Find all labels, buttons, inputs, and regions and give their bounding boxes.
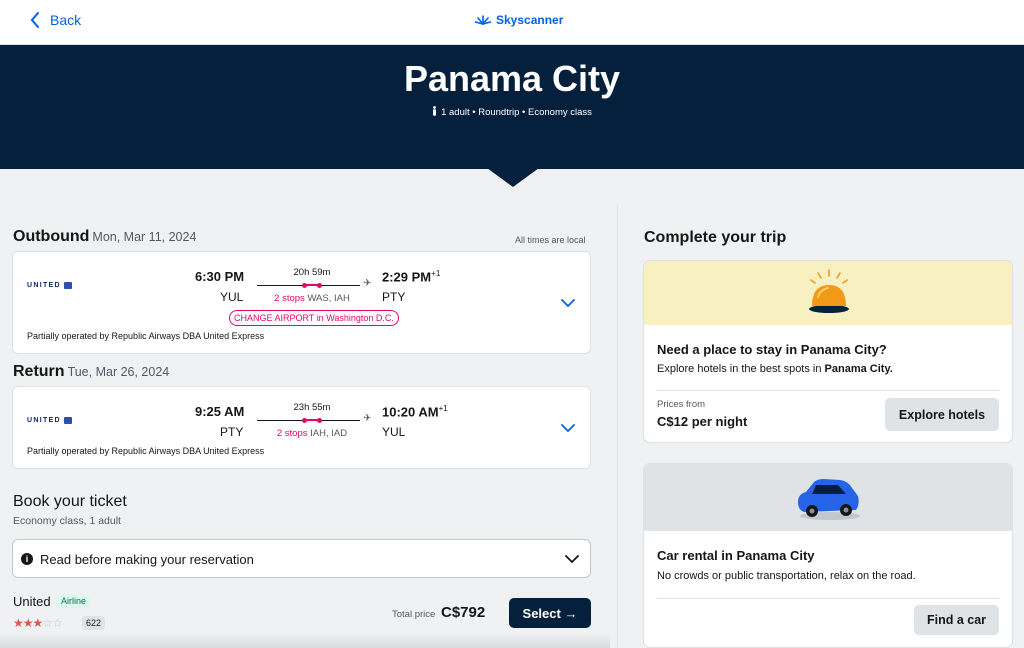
stops-airports: IAH, IAD <box>310 428 348 439</box>
hotel-price: C$12 per night <box>657 414 748 429</box>
service-bell-icon <box>809 269 849 313</box>
prices-from-label: Prices from <box>657 399 706 410</box>
star-icon: ☆ <box>52 616 63 630</box>
bottom-fade <box>0 633 610 648</box>
arrival-time: 2:29 PM+1 <box>382 269 440 284</box>
star-icon: ★ <box>13 616 24 630</box>
departure-airport: PTY <box>220 425 244 439</box>
brand-name: Skyscanner <box>496 13 564 27</box>
car-rental-promo-card: Car rental in Panama City No crowds or p… <box>643 463 1013 648</box>
departure-time: 9:25 AM <box>195 404 245 419</box>
car-rental-description: No crowds or public transportation, rela… <box>657 570 916 582</box>
outbound-label: Outbound <box>13 228 90 245</box>
departure-airport: YUL <box>220 290 244 304</box>
plane-icon: ✈ <box>363 413 372 424</box>
stops-count: 2 stops <box>276 428 308 439</box>
arrival-time-value: 10:20 AM <box>382 404 439 420</box>
outbound-date: Mon, Mar 11, 2024 <box>92 230 197 244</box>
total-price-label: Total price <box>392 609 436 620</box>
airline-name: UNITED <box>27 282 61 289</box>
change-airport-warning: CHANGE AIRPORT in Washington D.C. <box>229 310 399 326</box>
reservation-notice-text: Read before making your reservation <box>40 552 254 567</box>
arrival-airport: PTY <box>382 290 406 304</box>
day-offset: +1 <box>431 269 441 278</box>
stop-dot <box>317 283 322 288</box>
sunburst-icon <box>474 15 492 25</box>
airline-name: UNITED <box>27 417 61 424</box>
complete-trip-title: Complete your trip <box>644 229 787 246</box>
stop-dot <box>317 418 322 423</box>
arrival-airport: YUL <box>382 425 406 439</box>
outbound-heading: Outbound Mon, Mar 11, 2024 <box>13 228 196 246</box>
arrival-time-value: 2:29 PM <box>382 269 432 285</box>
hotel-banner <box>644 261 1012 325</box>
united-logo: UNITED <box>27 417 72 424</box>
outbound-flight-card[interactable]: UNITED 6:30 PM YUL 20h 59m ✈ 2 stops WAS… <box>12 251 591 354</box>
select-button[interactable]: Select → <box>509 598 591 628</box>
operated-by: Partially operated by Republic Airways D… <box>27 331 265 341</box>
skyscanner-logo[interactable]: Skyscanner <box>474 13 563 27</box>
departure-time: 6:30 PM <box>195 269 245 284</box>
destination-title: Panama City <box>403 58 621 99</box>
back-button[interactable]: Back <box>30 12 81 28</box>
vendor-type-badge: Airline <box>56 594 92 608</box>
stops-info: 2 stops IAH, IAD <box>242 428 382 439</box>
hotel-description: Explore hotels in the best spots in Pana… <box>657 363 893 375</box>
return-label: Return <box>13 363 65 380</box>
total-price: C$792 <box>441 604 486 621</box>
day-offset: +1 <box>438 404 448 413</box>
globe-icon <box>63 282 72 289</box>
chevron-left-icon <box>30 12 39 28</box>
divider <box>657 598 999 599</box>
hotel-heading: Need a place to stay in Panama City? <box>657 342 887 357</box>
star-icon: ★ <box>22 616 34 630</box>
return-date: Tue, Mar 26, 2024 <box>67 365 170 379</box>
times-local-note: All times are local <box>515 235 586 245</box>
united-logo: UNITED <box>27 282 72 289</box>
chevron-down-icon[interactable] <box>561 299 575 308</box>
globe-icon <box>63 417 72 424</box>
explore-hotels-button[interactable]: Explore hotels <box>885 398 999 431</box>
rating-stars: ★★★☆☆ <box>13 616 63 630</box>
trip-summary-text: 1 adult • Roundtrip • Economy class <box>441 107 592 118</box>
stop-dot <box>302 418 307 423</box>
plane-icon: ✈ <box>363 278 372 289</box>
stops-info: 2 stops WAS, IAH <box>242 293 382 304</box>
info-icon: i <box>21 553 33 565</box>
top-bar: Back Skyscanner <box>0 0 1024 45</box>
hero-pointer <box>487 168 539 187</box>
return-heading: Return Tue, Mar 26, 2024 <box>13 363 169 381</box>
hotel-promo-card: Need a place to stay in Panama City? Exp… <box>643 260 1013 443</box>
vendor-name: United <box>13 594 51 609</box>
chevron-down-icon <box>565 555 579 564</box>
chevron-down-icon[interactable] <box>561 424 575 433</box>
stops-count: 2 stops <box>274 293 305 304</box>
return-flight-card[interactable]: UNITED 9:25 AM PTY 23h 55m ✈ 2 stops IAH… <box>12 386 591 469</box>
flight-duration: 20h 59m <box>293 267 331 278</box>
trip-summary: 1 adult • Roundtrip • Economy class <box>0 106 1024 118</box>
arrival-time: 10:20 AM+1 <box>382 404 448 419</box>
stops-airports: WAS, IAH <box>307 293 350 304</box>
find-car-button[interactable]: Find a car <box>914 605 999 635</box>
review-count: 622 <box>82 616 106 630</box>
hotel-desc-city: Panama City. <box>824 363 893 375</box>
star-icon: ☆ <box>42 616 53 630</box>
book-ticket-subtitle: Economy class, 1 adult <box>13 515 121 527</box>
person-icon <box>433 106 437 116</box>
operated-by: Partially operated by Republic Airways D… <box>27 446 265 456</box>
car-rental-heading: Car rental in Panama City <box>657 548 815 563</box>
hotel-desc-text: Explore hotels in the best spots in <box>657 363 825 375</box>
car-icon <box>798 479 860 520</box>
reservation-notice-accordion[interactable]: i Read before making your reservation <box>12 539 591 578</box>
divider <box>657 390 999 391</box>
stop-dot <box>302 283 307 288</box>
column-divider <box>617 205 618 648</box>
star-icon: ★ <box>32 616 44 630</box>
back-label: Back <box>50 12 82 28</box>
book-ticket-title: Book your ticket <box>13 493 127 510</box>
car-banner <box>644 464 1012 531</box>
flight-duration: 23h 55m <box>293 402 331 413</box>
